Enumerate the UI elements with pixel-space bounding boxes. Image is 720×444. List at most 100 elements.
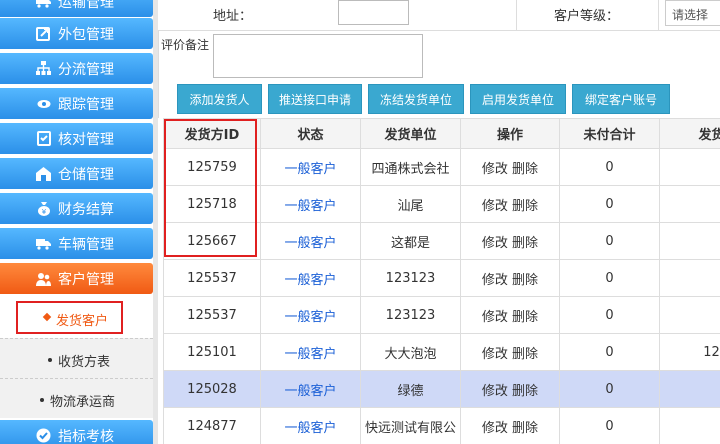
bind-account-button[interactable]: 绑定客户账号 — [572, 84, 670, 114]
nav-item-label: 分流管理 — [58, 62, 114, 78]
extra-cell — [659, 222, 720, 260]
check-circle-icon — [36, 428, 51, 443]
freeze-unit-button[interactable]: 冻结发货单位 — [368, 84, 464, 114]
sub-item-carriers[interactable]: 物流承运商 — [0, 378, 153, 418]
customer-level-select[interactable]: 请选择 — [665, 0, 720, 26]
actions-cell[interactable]: 修改 删除 — [460, 148, 560, 186]
status-link[interactable]: 一般客户 — [260, 333, 361, 371]
nav-item-finance[interactable]: ¥ 财务结算 — [0, 193, 153, 224]
extra-cell — [659, 259, 720, 297]
extra-cell — [659, 148, 720, 186]
actions-cell[interactable]: 修改 删除 — [460, 259, 560, 297]
unpaid-total-cell: 0 — [559, 222, 660, 260]
status-link[interactable]: 一般客户 — [260, 296, 361, 334]
status-link[interactable]: 一般客户 — [260, 148, 361, 186]
sub-item-shipper-customers[interactable]: 发货客户 — [0, 298, 153, 338]
remark-textarea[interactable] — [213, 34, 423, 78]
unpaid-total-cell: 0 — [559, 407, 660, 444]
nav-item-label: 车辆管理 — [58, 237, 114, 253]
nav-item-label: 运输管理 — [58, 0, 114, 11]
shipper-unit-cell: 大大泡泡 — [360, 333, 461, 371]
warehouse-icon — [36, 166, 51, 181]
extra-cell — [659, 407, 720, 444]
table-row[interactable]: 125101 一般客户 大大泡泡 修改 删除 0 12 — [163, 333, 720, 371]
nav-item-label: 指标考核 — [58, 429, 114, 444]
actions-cell[interactable]: 修改 删除 — [460, 407, 560, 444]
unpaid-total-cell: 0 — [559, 296, 660, 334]
sub-item-label: 发货客户 — [56, 314, 109, 329]
money-bag-icon: ¥ — [36, 201, 51, 216]
unpaid-total-cell: 0 — [559, 185, 660, 223]
sitemap-icon — [36, 61, 51, 76]
extra-cell: 12 — [659, 333, 720, 371]
actions-cell[interactable]: 修改 删除 — [460, 185, 560, 223]
sub-item-label: 收货方表 — [58, 355, 111, 370]
shipper-unit-cell: 四通株式会社 — [360, 148, 461, 186]
nav-item-label: 客户管理 — [58, 272, 114, 288]
actions-cell[interactable]: 修改 删除 — [460, 296, 560, 334]
nav-item-transport[interactable]: 运输管理 — [0, 0, 153, 17]
nav-item-label: 跟踪管理 — [58, 97, 114, 113]
table-row[interactable]: 125028 一般客户 绿德 修改 删除 0 — [163, 370, 720, 408]
svg-text:¥: ¥ — [41, 208, 46, 216]
nav-item-customers[interactable]: 客户管理 — [0, 263, 153, 294]
actions-cell[interactable]: 修改 删除 — [460, 222, 560, 260]
bullet-icon — [48, 358, 52, 362]
status-link[interactable]: 一般客户 — [260, 222, 361, 260]
status-link[interactable]: 一般客户 — [260, 259, 361, 297]
shipper-id-cell: 125028 — [163, 370, 261, 408]
shipper-id-cell: 124877 — [163, 407, 261, 444]
nav-item-outsourcing[interactable]: 外包管理 — [0, 18, 153, 49]
add-shipper-button[interactable]: 添加发货人 — [177, 84, 262, 114]
unpaid-total-cell: 0 — [559, 370, 660, 408]
extra-cell — [659, 185, 720, 223]
extra-cell — [659, 370, 720, 408]
push-interface-button[interactable]: 推送接口申请 — [268, 84, 362, 114]
shipper-id-cell: 125101 — [163, 333, 261, 371]
column-header[interactable]: 发货单位 — [360, 118, 461, 149]
divider — [516, 0, 517, 30]
divider — [158, 30, 159, 118]
shipper-unit-cell: 这都是 — [360, 222, 461, 260]
address-label: 地址： — [213, 9, 253, 24]
unpaid-total-cell: 0 — [559, 333, 660, 371]
unpaid-total-cell: 0 — [559, 148, 660, 186]
address-input[interactable] — [338, 0, 409, 25]
table-row[interactable]: 124877 一般客户 快远测试有限公 修改 删除 0 — [163, 407, 720, 444]
divider — [658, 0, 659, 30]
shipper-unit-cell: 123123 — [360, 259, 461, 297]
column-header[interactable]: 状态 — [260, 118, 361, 149]
status-link[interactable]: 一般客户 — [260, 185, 361, 223]
unpaid-total-cell: 0 — [559, 259, 660, 297]
shipper-id-cell: 125537 — [163, 296, 261, 334]
status-link[interactable]: 一般客户 — [260, 407, 361, 444]
shipper-id-cell: 125537 — [163, 259, 261, 297]
sub-item-label: 物流承运商 — [50, 395, 116, 410]
nav-item-warehouse[interactable]: 仓储管理 — [0, 158, 153, 189]
remark-label: 评价备注 — [161, 38, 210, 52]
bullet-icon — [40, 398, 44, 402]
truck-icon — [36, 0, 51, 9]
nav-item-kpi[interactable]: 指标考核 — [0, 420, 153, 444]
actions-cell[interactable]: 修改 删除 — [460, 370, 560, 408]
actions-cell[interactable]: 修改 删除 — [460, 333, 560, 371]
enable-unit-button[interactable]: 启用发货单位 — [470, 84, 566, 114]
table-row[interactable]: 125537 一般客户 123123 修改 删除 0 — [163, 259, 720, 297]
status-link[interactable]: 一般客户 — [260, 370, 361, 408]
column-header[interactable]: 未付合计 — [559, 118, 660, 149]
nav-item-diversion[interactable]: 分流管理 — [0, 53, 153, 84]
extra-cell — [659, 296, 720, 334]
users-icon — [36, 271, 51, 286]
column-header[interactable]: 发货 — [659, 118, 720, 149]
nav-item-verification[interactable]: 核对管理 — [0, 123, 153, 154]
shipper-unit-cell: 绿德 — [360, 370, 461, 408]
table-row[interactable]: 125537 一般客户 123123 修改 删除 0 — [163, 296, 720, 334]
nav-item-label: 财务结算 — [58, 202, 114, 218]
nav-item-label: 核对管理 — [58, 132, 114, 148]
nav-item-vehicles[interactable]: 车辆管理 — [0, 228, 153, 259]
sub-item-consignee-list[interactable]: 收货方表 — [0, 338, 153, 378]
eye-icon — [36, 96, 51, 111]
share-icon — [36, 26, 51, 41]
divider — [158, 30, 720, 31]
nav-item-tracking[interactable]: 跟踪管理 — [0, 88, 153, 119]
